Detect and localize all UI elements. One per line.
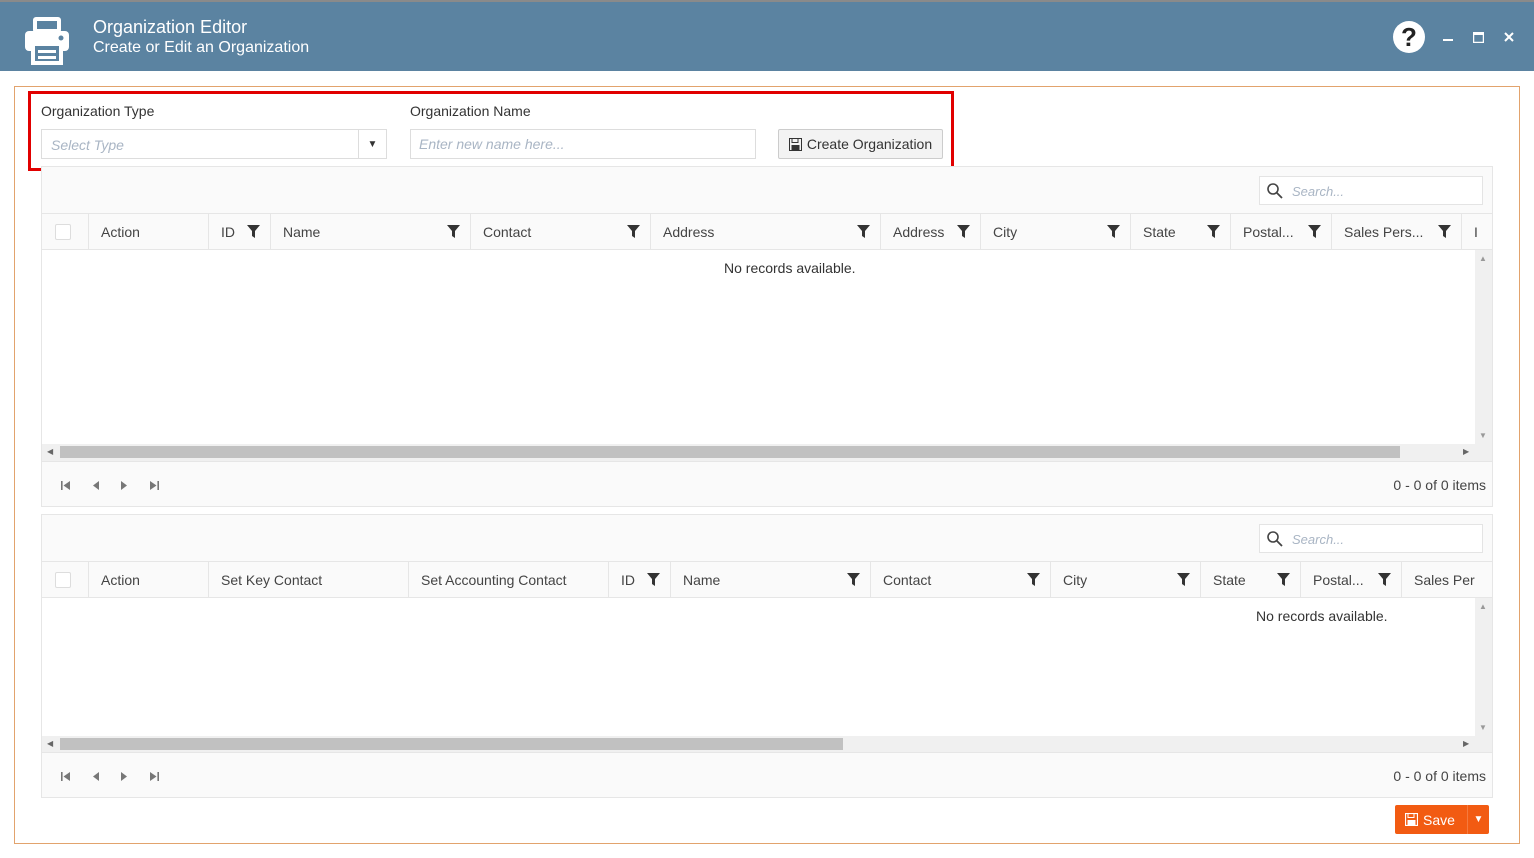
col-id[interactable]: ID: [208, 214, 270, 249]
contacts-grid: Search... Action Set Key Contact Set Acc…: [41, 514, 1493, 798]
first-page-icon[interactable]: [58, 769, 72, 783]
window-title: Organization Editor: [93, 17, 248, 37]
select-all-cell: [42, 562, 88, 597]
col-state[interactable]: State: [1130, 214, 1230, 249]
col-address[interactable]: Address: [650, 214, 880, 249]
search-icon: [1267, 531, 1283, 547]
filter-icon[interactable]: [1378, 573, 1391, 586]
minimize-icon: [1443, 39, 1453, 41]
filter-icon[interactable]: [1277, 573, 1290, 586]
filter-icon[interactable]: [1438, 225, 1451, 238]
col-city[interactable]: City: [1050, 562, 1200, 597]
filter-icon[interactable]: [1027, 573, 1040, 586]
grid1-scroll-thumb[interactable]: [60, 446, 1400, 458]
col-contact[interactable]: Contact: [470, 214, 650, 249]
save-button[interactable]: Save: [1395, 805, 1467, 834]
filter-icon[interactable]: [1107, 225, 1120, 238]
next-page-icon[interactable]: [117, 478, 131, 492]
chevron-down-icon: ▼: [1473, 814, 1484, 825]
col-postal[interactable]: Postal...: [1300, 562, 1401, 597]
window-subtitle: Create or Edit an Organization: [93, 39, 310, 56]
filter-icon[interactable]: [627, 225, 640, 238]
filter-icon[interactable]: [857, 225, 870, 238]
next-page-icon[interactable]: [117, 769, 131, 783]
maximize-icon: [1472, 31, 1484, 43]
scroll-right-icon[interactable]: ▶: [1463, 739, 1469, 748]
col-name[interactable]: Name: [270, 214, 470, 249]
save-split-button: Save ▼: [1395, 805, 1489, 834]
filter-icon[interactable]: [957, 225, 970, 238]
grid2-horizontal-scrollbar[interactable]: ◀ ▶: [42, 736, 1492, 753]
grid2-body: No records available.: [42, 598, 1476, 736]
grid1-pager-info: 0 - 0 of 0 items: [1393, 477, 1486, 493]
col-action[interactable]: Action: [88, 562, 208, 597]
close-icon: [1504, 32, 1514, 42]
maximize-button[interactable]: [1467, 20, 1489, 54]
scroll-down-icon[interactable]: ▼: [1479, 723, 1487, 732]
scroll-right-icon[interactable]: ▶: [1463, 447, 1469, 456]
filter-icon[interactable]: [447, 225, 460, 238]
grid1-body: No records available.: [42, 250, 1476, 444]
col-city[interactable]: City: [980, 214, 1130, 249]
grid2-pager: 0 - 0 of 0 items: [42, 752, 1492, 797]
filter-icon[interactable]: [1177, 573, 1190, 586]
printer-icon: [25, 17, 69, 65]
col-more[interactable]: I: [1461, 214, 1492, 249]
filter-icon[interactable]: [247, 225, 260, 238]
select-all-checkbox[interactable]: [55, 224, 71, 240]
grid1-horizontal-scrollbar[interactable]: ◀ ▶: [42, 444, 1492, 461]
save-label: Save: [1423, 811, 1455, 828]
last-page-icon[interactable]: [147, 478, 161, 492]
grid2-pager-info: 0 - 0 of 0 items: [1393, 768, 1486, 784]
save-dropdown-button[interactable]: ▼: [1467, 805, 1489, 834]
title-bar: Organization Editor Create or Edit an Or…: [0, 0, 1534, 71]
organizations-grid: Search... Action ID Name Contact Address…: [41, 166, 1493, 507]
highlight-box: [28, 91, 954, 171]
last-page-icon[interactable]: [147, 769, 161, 783]
scroll-left-icon[interactable]: ◀: [47, 447, 53, 456]
select-all-cell: [42, 214, 88, 249]
col-name[interactable]: Name: [670, 562, 870, 597]
scroll-up-icon[interactable]: ▲: [1479, 602, 1487, 611]
grid2-header: Action Set Key Contact Set Accounting Co…: [42, 561, 1492, 598]
col-action[interactable]: Action: [88, 214, 208, 249]
grid2-scroll-thumb[interactable]: [60, 738, 843, 750]
prev-page-icon[interactable]: [88, 478, 102, 492]
close-button[interactable]: [1498, 20, 1520, 54]
search-icon: [1267, 183, 1283, 199]
col-sales-person[interactable]: Sales Per: [1401, 562, 1492, 597]
col-postal[interactable]: Postal...: [1230, 214, 1331, 249]
help-icon: ?: [1393, 21, 1425, 53]
minimize-button[interactable]: [1437, 20, 1459, 54]
select-all-checkbox[interactable]: [55, 572, 71, 588]
col-address-2[interactable]: Address: [880, 214, 980, 249]
filter-icon[interactable]: [1207, 225, 1220, 238]
save-icon: [1405, 813, 1418, 826]
col-id[interactable]: ID: [608, 562, 670, 597]
col-set-accounting-contact[interactable]: Set Accounting Contact: [408, 562, 608, 597]
grid2-search-placeholder: Search...: [1292, 532, 1345, 547]
scroll-down-icon[interactable]: ▼: [1479, 431, 1487, 440]
col-set-key-contact[interactable]: Set Key Contact: [208, 562, 408, 597]
prev-page-icon[interactable]: [88, 769, 102, 783]
filter-icon[interactable]: [847, 573, 860, 586]
help-button[interactable]: ?: [1392, 20, 1426, 54]
col-state[interactable]: State: [1200, 562, 1300, 597]
scroll-left-icon[interactable]: ◀: [47, 739, 53, 748]
col-sales-person[interactable]: Sales Pers...: [1331, 214, 1461, 249]
grid2-search-box[interactable]: Search...: [1259, 524, 1483, 553]
grid1-empty-message: No records available.: [724, 260, 856, 276]
grid2-empty-message: No records available.: [1256, 608, 1388, 624]
grid1-search-box[interactable]: Search...: [1259, 176, 1483, 205]
grid1-vertical-scrollbar[interactable]: ▲ ▼: [1475, 250, 1492, 444]
grid2-vertical-scrollbar[interactable]: ▲ ▼: [1475, 598, 1492, 736]
first-page-icon[interactable]: [58, 478, 72, 492]
grid1-search-placeholder: Search...: [1292, 184, 1345, 199]
filter-icon[interactable]: [1308, 225, 1321, 238]
grid1-pager: 0 - 0 of 0 items: [42, 461, 1492, 506]
grid1-header: Action ID Name Contact Address Address C…: [42, 213, 1492, 250]
filter-icon[interactable]: [647, 573, 660, 586]
scroll-up-icon[interactable]: ▲: [1479, 254, 1487, 263]
col-contact[interactable]: Contact: [870, 562, 1050, 597]
